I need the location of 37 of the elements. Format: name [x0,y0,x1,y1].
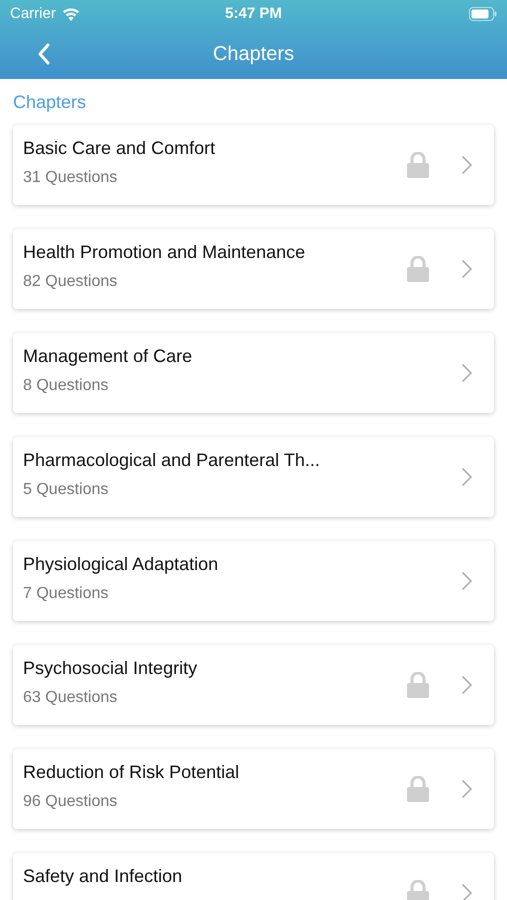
question-count: 8 Questions [23,376,110,396]
chapter-card[interactable]: Basic Care and Comfort 31 Questions [13,125,494,205]
chapter-title: Health Promotion and Maintenance [23,241,306,263]
section-title: Chapters [13,92,86,112]
chapter-card[interactable]: Management of Care 8 Questions [13,333,494,413]
carrier-label: Carrier [10,4,56,24]
chevron-right-icon [462,156,472,174]
question-count: 96 Questions [23,792,118,812]
question-count: 82 Questions [23,272,118,292]
chapter-title: Safety and Infection [23,865,184,887]
chapter-card[interactable]: Psychosocial Integrity 63 Questions [13,645,494,725]
chevron-right-icon [462,364,472,382]
chevron-right-icon [462,260,472,278]
battery-icon [469,7,497,21]
chapter-card[interactable]: Reduction of Risk Potential 96 Questions [13,749,494,829]
chevron-right-icon [462,468,472,486]
chapter-card[interactable]: Pharmacological and Parenteral Th... 5 Questions [13,437,494,517]
chapter-title: Basic Care and Comfort [23,137,216,159]
chapter-title: Management of Care [23,345,194,367]
chevron-right-icon [462,676,472,694]
question-count: 7 Questions [23,584,110,604]
chapter-title: Physiological Adaptation [23,553,220,575]
chevron-right-icon [462,780,472,798]
nav-title: Chapters [212,42,294,66]
question-count: 5 Questions [23,480,110,500]
chapter-card[interactable]: Health Promotion and Maintenance 82 Questions [13,229,494,309]
chapter-card[interactable]: Physiological Adaptation 7 Questions [13,541,494,621]
status-time: 5:47 PM [225,4,282,24]
chapter-card[interactable]: Safety and Infection [13,853,494,900]
question-count: 63 Questions [23,688,118,708]
chevron-right-icon [462,884,472,900]
chapter-title: Pharmacological and Parenteral Th... [23,449,321,471]
question-count: 31 Questions [23,168,118,188]
wifi-icon [62,8,80,20]
chapter-title: Reduction of Risk Potential [23,761,240,783]
chapter-title: Psychosocial Integrity [23,657,198,679]
chevron-right-icon [462,572,472,590]
